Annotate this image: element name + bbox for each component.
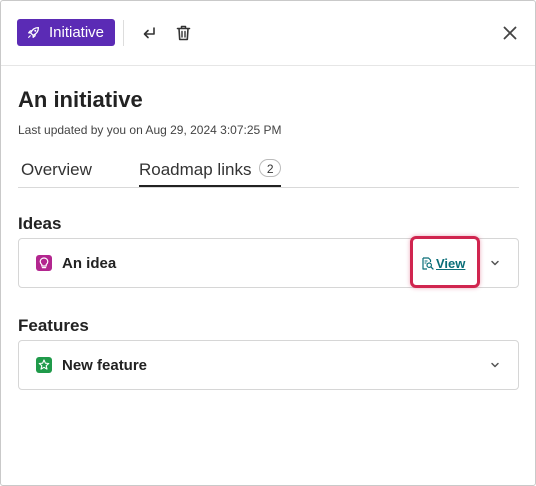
record-type-label: Initiative [49, 24, 105, 41]
idea-card[interactable]: An idea View [18, 236, 519, 288]
tab-label: Overview [21, 160, 92, 179]
chevron-down-icon[interactable] [489, 257, 501, 269]
tab-bar: Overview Roadmap links 2 [18, 152, 519, 188]
record-type-badge[interactable]: Initiative [17, 19, 116, 46]
tab-label: Roadmap links [139, 160, 252, 179]
tab-roadmap-links[interactable]: Roadmap links 2 [139, 152, 282, 187]
feature-label[interactable]: New feature [62, 357, 147, 374]
record-panel: Initiative An initiative Last updated by… [0, 0, 536, 486]
document-search-icon [422, 257, 434, 270]
rocket-icon [28, 26, 40, 38]
view-idea-link[interactable]: View [421, 256, 465, 271]
feature-card[interactable]: New feature [18, 340, 519, 390]
panel-header: Initiative [1, 1, 535, 66]
features-section-title: Features [18, 316, 89, 335]
star-icon [36, 357, 52, 373]
view-link-label: View [436, 256, 466, 271]
close-icon[interactable] [499, 22, 521, 44]
enter-icon[interactable] [138, 22, 160, 44]
tab-overview[interactable]: Overview [21, 152, 92, 186]
tab-count-badge: 2 [259, 159, 282, 177]
idea-label[interactable]: An idea [62, 255, 116, 272]
lightbulb-icon [36, 255, 52, 271]
trash-icon[interactable] [172, 22, 194, 44]
header-divider [123, 20, 124, 46]
record-title[interactable]: An initiative [18, 87, 143, 113]
ideas-section-title: Ideas [18, 214, 62, 233]
last-updated-text: Last updated by you on Aug 29, 2024 3:07… [18, 123, 282, 137]
chevron-down-icon[interactable] [489, 359, 501, 371]
